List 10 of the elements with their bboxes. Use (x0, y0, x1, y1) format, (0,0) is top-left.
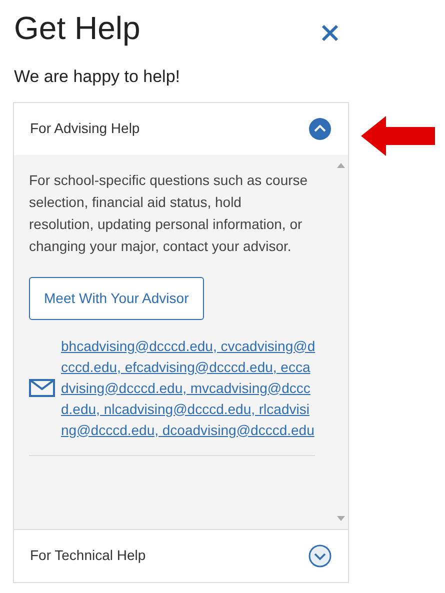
help-description: For school-specific questions such as course selection, financial aid status, hold resolution, updating personal information, or changing your major, contact your advisor. (29, 170, 309, 256)
subtitle: We are happy to help! (13, 66, 182, 88)
panel-title: Get Help (14, 9, 140, 48)
email-link[interactable]: bhcadvising@dcccd.edu, cvcadvising@dcccd.edu, efcadvising@dcccd.edu, eccadvising@dcccd.edu, mvcadvising@dcccd.edu, nlcadvising@dcccd.edu, rlcadvising@dcccd.edu, dcoadvising@dcccd.edu (61, 336, 316, 440)
collapse-icon[interactable] (308, 116, 332, 140)
arrow-icon (360, 115, 436, 157)
mail-icon (29, 379, 55, 397)
meet-advisor-button[interactable]: Meet With Your Advisor (29, 276, 204, 320)
close-icon[interactable] (321, 24, 339, 42)
expand-icon[interactable] (308, 544, 332, 568)
